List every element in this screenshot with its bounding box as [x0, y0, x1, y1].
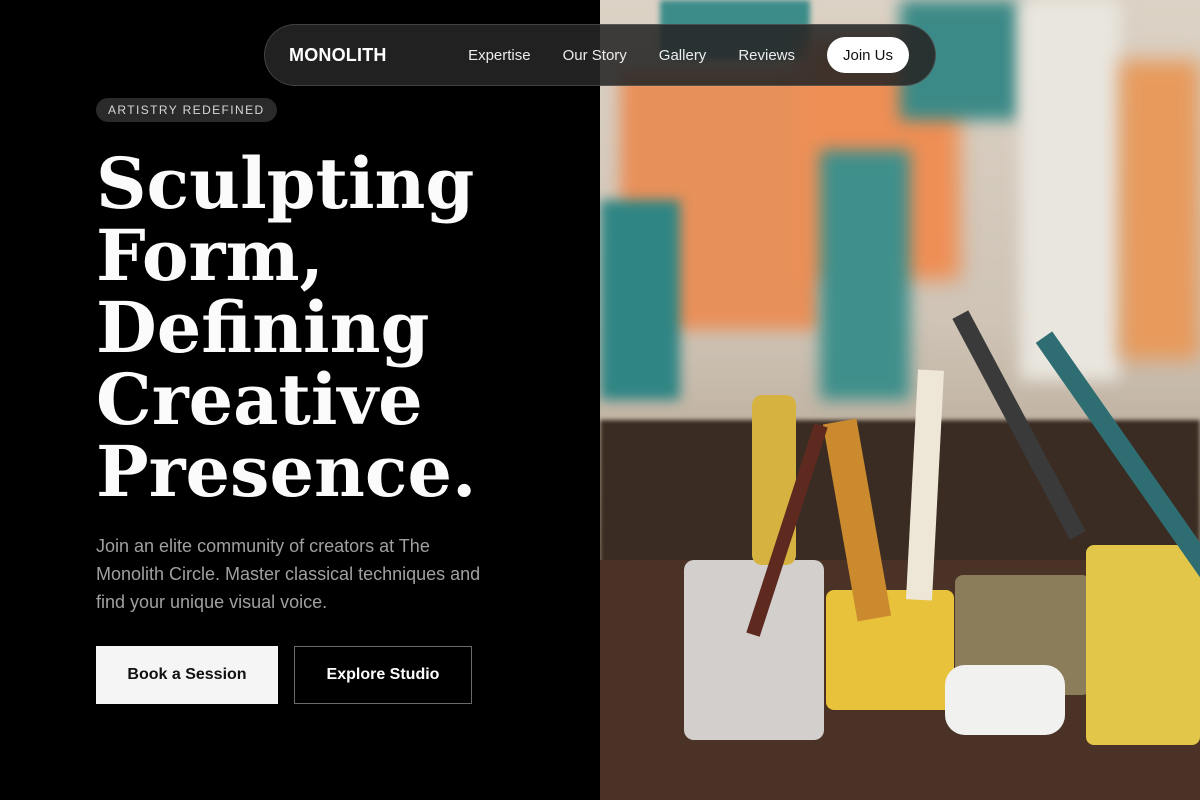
section-badge: ARTISTRY REDEFINED	[96, 98, 277, 122]
book-session-button[interactable]: Book a Session	[96, 646, 278, 704]
headline-line: Sculpting	[96, 142, 475, 225]
brand-logo[interactable]: MONOLITH	[289, 45, 387, 66]
studio-photo	[600, 0, 1200, 800]
nav-link-gallery[interactable]: Gallery	[659, 47, 707, 64]
headline-line: Creative	[96, 358, 423, 441]
headline-line: Presence.	[96, 430, 477, 513]
hero-headline: Sculpting Form, Defining Creative Presen…	[96, 148, 576, 508]
nav-links: Expertise Our Story Gallery Reviews	[468, 47, 795, 64]
nav-link-reviews[interactable]: Reviews	[738, 47, 795, 64]
explore-studio-button[interactable]: Explore Studio	[294, 646, 472, 704]
nav-link-our-story[interactable]: Our Story	[563, 47, 627, 64]
join-us-button[interactable]: Join Us	[827, 37, 909, 73]
nav-link-expertise[interactable]: Expertise	[468, 47, 531, 64]
top-navbar: MONOLITH Expertise Our Story Gallery Rev…	[264, 24, 936, 86]
hero-subtitle: Join an elite community of creators at T…	[96, 536, 481, 612]
headline-line: Form,	[96, 214, 324, 297]
headline-line: Defining	[96, 286, 430, 369]
